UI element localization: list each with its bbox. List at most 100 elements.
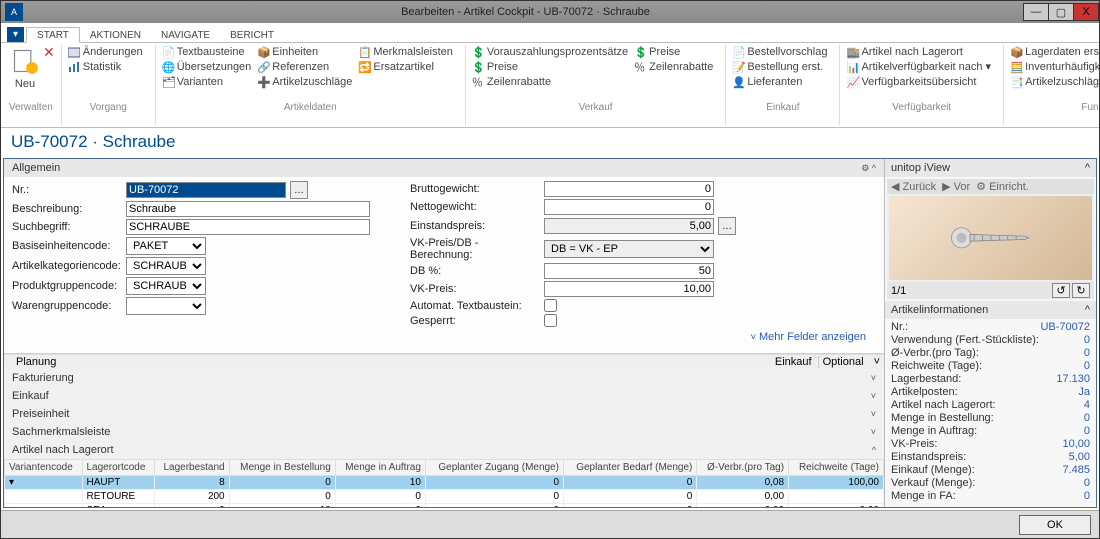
rabatte2-button[interactable]: ％Zeilenrabatte: [634, 60, 713, 74]
merkmalsleisten-button[interactable]: 📋Merkmalsleisten: [358, 45, 452, 59]
file-tab[interactable]: ▾: [7, 27, 24, 42]
vkpreis-input[interactable]: [544, 281, 714, 297]
info-value[interactable]: 0: [1040, 347, 1090, 359]
panel-fakturierung-header[interactable]: Fakturierung˅: [4, 369, 884, 387]
table-header[interactable]: Lagerbestand: [154, 460, 229, 476]
table-header[interactable]: Ø-Verbr.(pro Tag): [697, 460, 789, 476]
netto-input[interactable]: [544, 199, 714, 215]
info-value[interactable]: 0: [1040, 412, 1090, 424]
artikelzuschlaege-button[interactable]: ➕Artikelzuschläge: [257, 75, 352, 89]
table-header[interactable]: Geplanter Zugang (Menge): [425, 460, 563, 476]
info-value[interactable]: 10,00: [1040, 438, 1090, 450]
tab-aktionen[interactable]: AKTIONEN: [80, 28, 151, 42]
panel-allgemein-header[interactable]: Allgemein ⚙ ^: [4, 159, 884, 177]
verkauf-rabatte-button[interactable]: ％Zeilenrabatte: [472, 75, 628, 89]
more-fields-link[interactable]: ˅ Mehr Felder anzeigen: [12, 327, 876, 347]
referenzen-button[interactable]: 🔗Referenzen: [257, 60, 352, 74]
table-row[interactable]: RETOURE20000000,00: [5, 490, 884, 504]
tab-bericht[interactable]: BERICHT: [220, 28, 284, 42]
verkauf-preise-button[interactable]: 💲Preise: [472, 60, 628, 74]
bestellvorschlag-button[interactable]: 📄Bestellvorschlag: [732, 45, 827, 59]
artikelinfo-header[interactable]: Artikelinformationen^: [885, 301, 1096, 319]
table-header[interactable]: Lagerortcode: [82, 460, 154, 476]
ok-button[interactable]: OK: [1019, 515, 1091, 535]
varianten-button[interactable]: 🗂Varianten: [162, 75, 252, 89]
kategorie-select[interactable]: SCHRAUBE: [126, 257, 206, 275]
nr-input[interactable]: [126, 182, 286, 198]
maximize-button[interactable]: ▢: [1048, 3, 1074, 21]
zurueck-button[interactable]: ◀ Zurück: [891, 180, 936, 193]
vkdb-select[interactable]: DB = VK - EP: [544, 240, 714, 258]
nr-lookup-button[interactable]: …: [290, 181, 308, 199]
vorauszahlung-button[interactable]: 💲Vorauszahlungsprozentsätze: [472, 45, 628, 59]
statistik-button[interactable]: Statistik: [68, 60, 143, 74]
vor-button[interactable]: ▶ Vor: [942, 180, 970, 193]
panel-lagerort-header[interactable]: Artikel nach Lagerort^: [4, 441, 884, 459]
avail-icon: 📊: [846, 61, 858, 73]
lieferanten-button[interactable]: 👤Lieferanten: [732, 75, 827, 89]
info-value[interactable]: 0: [1040, 477, 1090, 489]
tab-navigate[interactable]: NAVIGATE: [151, 28, 220, 42]
suchbegriff-input[interactable]: [126, 219, 370, 235]
bestellung-erst-button[interactable]: 📝Bestellung erst.: [732, 60, 827, 74]
brutto-input[interactable]: [544, 181, 714, 197]
rotate-right-button[interactable]: ↻: [1072, 283, 1090, 298]
table-header[interactable]: Variantencode: [5, 460, 83, 476]
table-header[interactable]: Menge in Bestellung: [229, 460, 335, 476]
zuschlaege-kopieren-button[interactable]: 📑Artikelzuschläge kopieren: [1010, 75, 1100, 89]
artikel-lagerort-button[interactable]: 🏬Artikel nach Lagerort: [846, 45, 991, 59]
chevron-down-icon[interactable]: ˅: [874, 356, 880, 368]
image-counter: 1/1: [891, 285, 906, 297]
einheiten-button[interactable]: 📦Einheiten: [257, 45, 352, 59]
panel-sachmerkmal-header[interactable]: Sachmerkmalsleiste˅: [4, 423, 884, 441]
table-header[interactable]: Geplanter Bedarf (Menge): [564, 460, 697, 476]
ersatzartikel-button[interactable]: 🔁Ersatzartikel: [358, 60, 452, 74]
ep-lookup-button[interactable]: …: [718, 217, 736, 235]
discount-icon: ％: [634, 61, 646, 73]
info-value[interactable]: 5,00: [1040, 451, 1090, 463]
rotate-left-button[interactable]: ↺: [1052, 283, 1070, 298]
produktgruppe-select[interactable]: SCHRAUBEN: [126, 277, 206, 295]
info-value[interactable]: 4: [1040, 399, 1090, 411]
textbausteine-button[interactable]: 📄Textbausteine: [162, 45, 252, 59]
minimize-button[interactable]: —: [1023, 3, 1049, 21]
aenderungen-button[interactable]: Änderungen: [68, 45, 143, 59]
gesperrt-checkbox[interactable]: [544, 314, 557, 327]
neu-button[interactable]: Neu: [7, 45, 43, 93]
table-header[interactable]: Reichweite (Tage): [789, 460, 884, 476]
info-value[interactable]: 7.485: [1040, 464, 1090, 476]
info-value[interactable]: Ja: [1040, 386, 1090, 398]
table-row[interactable]: SEA0100000,000,00: [5, 504, 884, 508]
beschreibung-input[interactable]: [126, 201, 370, 217]
artikelverf-button[interactable]: 📊Artikelverfügbarkeit nach ▾: [846, 60, 991, 74]
table-header[interactable]: Menge in Auftrag: [335, 460, 425, 476]
tab-start[interactable]: START: [26, 27, 80, 43]
table-row[interactable]: ▾HAUPT8010000,08100,00: [5, 476, 884, 490]
einricht-button[interactable]: ⚙ Einricht.: [976, 180, 1029, 193]
info-value[interactable]: 17.130: [1040, 373, 1090, 385]
einstandspreis-input[interactable]: [544, 218, 714, 234]
panel-settings-icon[interactable]: ⚙ ^: [861, 163, 876, 174]
autotext-checkbox[interactable]: [544, 299, 557, 312]
delete-button[interactable]: ✕: [43, 45, 55, 59]
warengruppe-select[interactable]: [126, 297, 206, 315]
stock-icon: 📦: [1010, 46, 1022, 58]
uebersetzungen-button[interactable]: 🌐Übersetzungen: [162, 60, 252, 74]
iview-header[interactable]: unitop iView^: [885, 159, 1096, 177]
lagerdaten-button[interactable]: 📦Lagerdaten erstellen: [1010, 45, 1100, 59]
info-value[interactable]: 0: [1040, 490, 1090, 502]
preise2-button[interactable]: 💲Preise: [634, 45, 713, 59]
close-button[interactable]: X: [1073, 3, 1099, 21]
db-input[interactable]: [544, 263, 714, 279]
panel-preiseinheit-header[interactable]: Preiseinheit˅: [4, 405, 884, 423]
panel-einkauf-header[interactable]: Einkauf˅: [4, 387, 884, 405]
info-value[interactable]: 0: [1040, 360, 1090, 372]
basiseinheit-select[interactable]: PAKET: [126, 237, 206, 255]
replace-icon: 🔁: [358, 61, 370, 73]
inventur-button[interactable]: 🧮Inventurhäufigkeit berechnen: [1010, 60, 1100, 74]
verfuegbarkeit-button[interactable]: 📈Verfügbarkeitsübersicht: [846, 75, 991, 89]
info-value[interactable]: 0: [1040, 425, 1090, 437]
panel-planung-header[interactable]: Planung: [8, 356, 769, 368]
info-value[interactable]: 0: [1040, 334, 1090, 346]
info-value[interactable]: UB-70072: [1040, 321, 1090, 333]
